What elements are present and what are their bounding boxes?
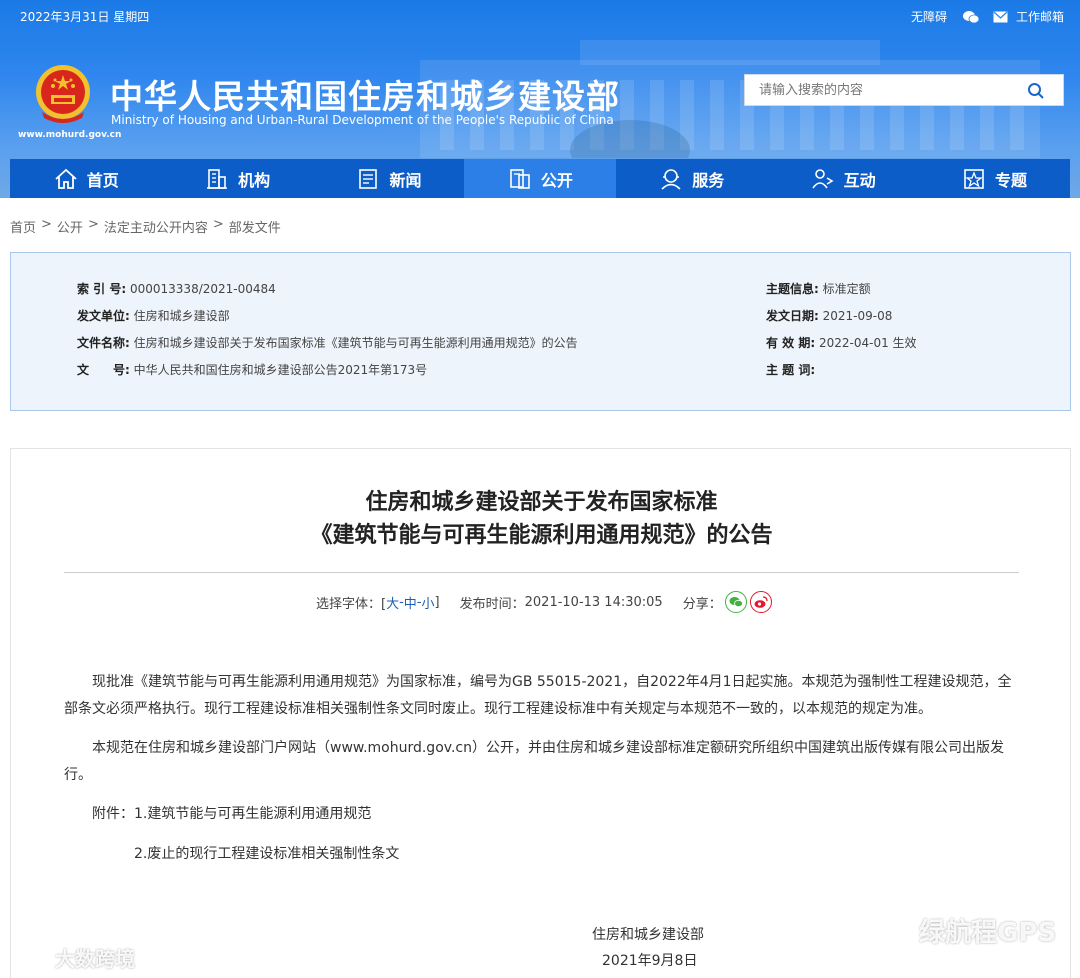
nav-label: 服务 [692,170,725,190]
info-value: 中华人民共和国住房和城乡建设部公告2021年第173号 [133,363,428,377]
nav-item-topic[interactable]: 专题 [918,159,1069,198]
nav-label: 新闻 [389,170,422,190]
breadcrumb-sep: > [212,217,224,232]
home-icon [55,168,77,189]
article-paragraph-2: 本规范在住房和城乡建设部门户网站（www.mohurd.gov.cn）公开，并由… [64,740,1004,783]
share-wechat-button[interactable] [724,591,747,613]
signature-date: 2021年9月8日 [602,953,698,969]
nav-label: 首页 [86,170,119,190]
signature-org: 住房和城乡建设部 [592,927,704,943]
wechat-icon[interactable] [962,10,979,24]
nav-item-disclosure[interactable]: 公开 [464,159,616,198]
watermark-right: 绿航程GPS [866,912,1056,949]
info-subject: 主 题 词: [766,361,815,378]
news-icon [359,168,378,189]
article-panel: 住房和城乡建设部关于发布国家标准 《建筑节能与可再生能源利用通用规范》的公告 选… [10,448,1071,978]
watermark-right-text: 绿航程GPS [919,918,1057,948]
search-box [744,74,1064,106]
breadcrumb-statutory[interactable]: 法定主动公开内容 [104,217,208,236]
watermark-left: 大数跨境 [10,943,135,974]
info-docno: 文 号: 中华人民共和国住房和城乡建设部公告2021年第173号 [77,361,427,378]
publish-time-label: 发布时间： [459,596,525,612]
title-divider [64,572,1019,573]
nav-item-home[interactable]: 首页 [10,159,161,198]
site-subtitle: Ministry of Housing and Urban-Rural Deve… [111,113,614,127]
info-label: 索 引 号: [77,282,127,296]
chat-bubble-icon [867,920,908,945]
attachment-line-2: 2.废止的现行工程建设标准相关强制性条文 [64,841,1019,868]
info-index: 索 引 号: 000013338/2021-00484 [77,280,276,297]
info-value: 000013338/2021-00484 [129,282,276,296]
national-emblem-logo [36,65,90,123]
chat-bubble-icon [11,949,46,970]
breadcrumb-home[interactable]: 首页 [10,217,36,236]
info-label: 主 题 词: [766,363,816,377]
info-topic: 主题信息: 标准定额 [766,280,871,297]
info-label: 主题信息: [766,282,819,296]
nav-label: 互动 [843,170,876,190]
info-label: 发文日期: [766,309,819,323]
accessibility-link[interactable]: 无障碍 [911,8,947,25]
info-label: 文 号: [77,363,130,377]
topbar-links: 无障碍 工作邮箱 [911,8,1064,25]
font-medium-button[interactable]: 中 [404,593,417,612]
breadcrumb: 首页 > 公开 > 法定主动公开内容 > 部发文件 [10,217,281,236]
search-input[interactable] [745,75,1015,105]
font-large-button[interactable]: 大 [386,593,399,612]
nav-label: 专题 [995,170,1028,190]
current-date: 2022年3月31日 星期四 [20,10,150,24]
article-meta: 选择字体：[ 大 - 中 - 小 ] 发布时间： 2021-10-13 14:3… [316,591,772,613]
service-icon [661,168,681,190]
site-title: 中华人民共和国住房和城乡建设部 [110,77,620,116]
breadcrumb-sep: > [41,217,52,232]
font-size-close: ] [434,594,440,610]
info-validity: 有 效 期: 2022-04-01 生效 [766,334,917,351]
main-nav: 首页 机构 新闻 公开 服务 互动 专题 [10,159,1070,198]
info-issuer: 发文单位: 住房和城乡建设部 [77,307,230,324]
info-value: 2021-09-08 [822,309,893,323]
info-value: 住房和城乡建设部关于发布国家标准《建筑节能与可再生能源利用通用规范》的公告 [133,336,578,350]
watermark-left-text: 大数跨境 [54,947,135,971]
article-title-line1: 住房和城乡建设部关于发布国家标准 [365,490,718,515]
info-date: 发文日期: 2021-09-08 [766,307,892,324]
nav-label: 机构 [238,170,271,190]
attachment-link-1[interactable]: 1.建筑节能与可再生能源利用通用规范 [134,806,371,822]
font-small-button[interactable]: 小 [422,593,435,612]
wechat-share-icon [729,597,743,608]
publish-time: 2021-10-13 14:30:05 [524,594,663,610]
info-value: 标准定额 [822,282,871,296]
info-label: 文件名称: [77,336,130,350]
interact-icon [811,168,834,188]
info-label: 发文单位: [77,309,130,323]
breadcrumb-documents[interactable]: 部发文件 [229,217,281,236]
article-paragraph-1: 现批准《建筑节能与可再生能源利用通用规范》为国家标准，编号为GB 55015-2… [64,674,1012,717]
attachment-label: 附件： [92,806,134,822]
disclosure-icon [510,168,530,189]
font-size-label: 选择字体：[ [316,596,387,612]
nav-item-interact[interactable]: 互动 [767,159,918,198]
site-url: www.mohurd.gov.cn [18,130,122,140]
article-title-line2: 《建筑节能与可再生能源利用通用规范》的公告 [310,523,773,548]
attachment-line-1: 附件：1.建筑节能与可再生能源利用通用规范 [64,801,1019,828]
info-docname: 文件名称: 住房和城乡建设部关于发布国家标准《建筑节能与可再生能源利用通用规范》… [77,334,578,351]
nav-label: 公开 [540,170,573,190]
weibo-share-icon [754,596,768,608]
mail-icon[interactable] [993,11,1008,23]
nav-item-news[interactable]: 新闻 [313,159,464,198]
nav-item-org[interactable]: 机构 [161,159,312,198]
search-icon[interactable] [1027,82,1045,100]
document-info-box: 索 引 号: 000013338/2021-00484 发文单位: 住房和城乡建… [10,252,1071,411]
mail-link[interactable]: 工作邮箱 [1016,8,1064,25]
info-value: 住房和城乡建设部 [133,309,230,323]
topic-icon [964,168,984,189]
breadcrumb-sep: > [87,217,99,232]
nav-item-service[interactable]: 服务 [616,159,767,198]
share-weibo-button[interactable] [749,591,772,613]
building-icon [207,168,228,189]
info-label: 有 效 期: [766,336,816,350]
breadcrumb-disclosure[interactable]: 公开 [57,217,83,236]
info-value: 2022-04-01 生效 [818,336,917,350]
attachment-link-2[interactable]: 2.废止的现行工程建设标准相关强制性条文 [134,846,399,862]
share-label: 分享： [682,596,722,612]
